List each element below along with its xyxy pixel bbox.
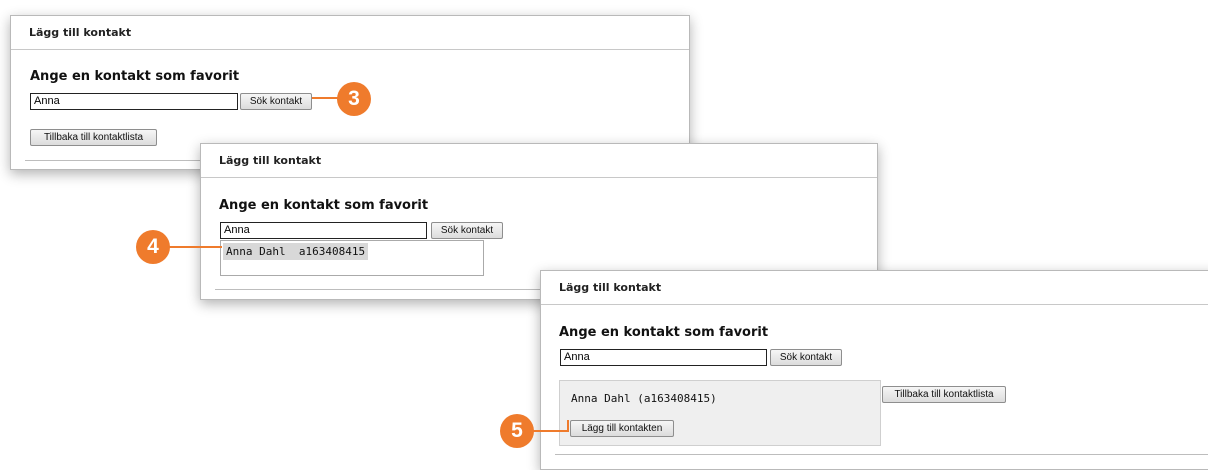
favorite-heading: Ange en kontakt som favorit xyxy=(219,198,429,213)
search-input[interactable]: Anna xyxy=(30,93,238,110)
favorite-heading: Ange en kontakt som favorit xyxy=(559,325,769,340)
panel-header: Lägg till kontakt xyxy=(541,271,1208,305)
contact-result-box: Anna Dahl (a163408415) Lägg till kontakt… xyxy=(559,380,881,446)
search-input[interactable]: Anna xyxy=(220,222,427,239)
callout-4-leader xyxy=(168,246,222,248)
search-input[interactable]: Anna xyxy=(560,349,767,366)
callout-3-badge: 3 xyxy=(337,82,371,116)
back-to-contact-list-button[interactable]: Tillbaka till kontaktlista xyxy=(30,129,157,146)
panel-header: Lägg till kontakt xyxy=(11,16,689,50)
back-to-contact-list-button[interactable]: Tillbaka till kontaktlista xyxy=(882,386,1006,403)
suggestion-list: Anna Dahl a163408415 xyxy=(220,240,484,276)
callout-5-leader xyxy=(532,430,568,432)
panel-title: Lägg till kontakt xyxy=(219,154,322,167)
search-contact-button[interactable]: Sök kontakt xyxy=(240,93,312,110)
search-contact-button[interactable]: Sök kontakt xyxy=(431,222,503,239)
suggestion-item[interactable]: Anna Dahl a163408415 xyxy=(223,243,369,260)
callout-5-leader-tick xyxy=(567,420,569,432)
contact-result-name: Anna Dahl (a163408415) xyxy=(571,392,717,405)
add-contact-panel-step-3: Lägg till kontakt Ange en kontakt som fa… xyxy=(540,270,1208,470)
callout-4-badge: 4 xyxy=(136,230,170,264)
callout-3-leader xyxy=(312,97,340,99)
panel-title: Lägg till kontakt xyxy=(29,26,132,39)
callout-5-badge: 5 xyxy=(500,414,534,448)
add-contact-button[interactable]: Lägg till kontakten xyxy=(570,420,674,437)
panel-title: Lägg till kontakt xyxy=(559,281,662,294)
panel-header: Lägg till kontakt xyxy=(201,144,877,178)
panel-divider xyxy=(555,454,1208,455)
favorite-heading: Ange en kontakt som favorit xyxy=(30,69,240,84)
search-contact-button[interactable]: Sök kontakt xyxy=(770,349,842,366)
